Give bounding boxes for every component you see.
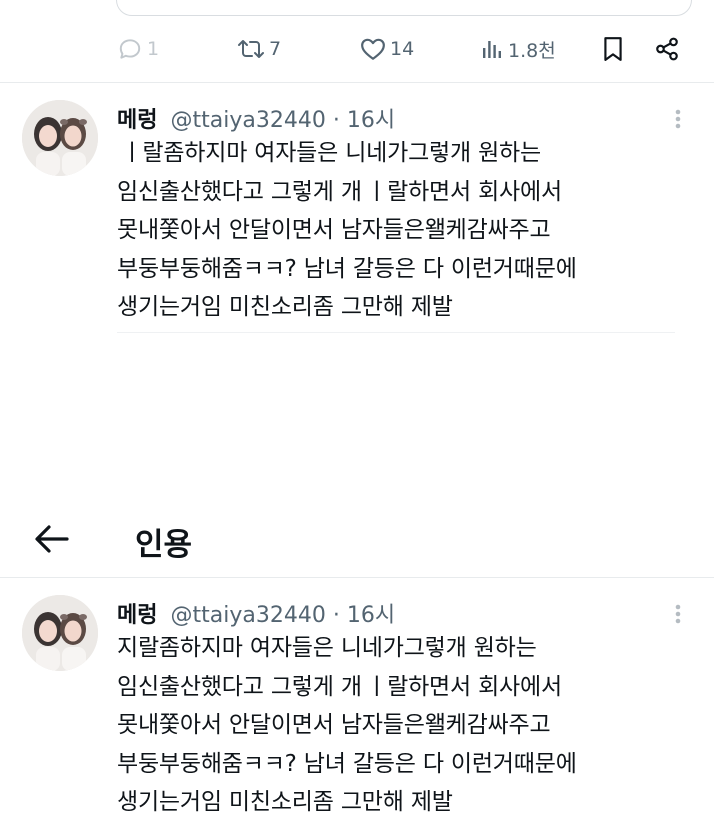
tweet-author-line: 메렁 @ttaiya32440 · 16시	[117, 597, 395, 629]
tweet-author-line: 메렁 @ttaiya32440 · 16시	[117, 102, 395, 134]
bookmark-button[interactable]	[602, 34, 624, 64]
retweet-button[interactable]: 7	[237, 34, 281, 64]
views-icon	[483, 41, 501, 58]
like-icon	[361, 38, 385, 60]
divider	[0, 577, 714, 578]
tweet-text: 지랄좀하지마 여자들은 니네가그렇개 원하는 임신출산했다고 그렇게 개 ㅣ랄하…	[117, 635, 577, 815]
retweet-icon	[238, 40, 264, 58]
share-button[interactable]	[654, 34, 680, 64]
back-arrow-icon[interactable]	[34, 523, 70, 555]
avatar-photo-icon	[22, 595, 98, 671]
avatar-photo-icon	[22, 100, 98, 176]
avatar[interactable]	[22, 100, 98, 176]
tweet-time[interactable]: 16시	[347, 108, 395, 133]
view-count: 1.8천	[508, 39, 556, 62]
tweet-action-bar: 1 7 14 1.8천	[0, 28, 714, 72]
like-count: 14	[390, 38, 415, 60]
bookmark-icon	[604, 37, 622, 61]
author-handle[interactable]: @ttaiya32440	[170, 603, 325, 628]
reply-icon	[119, 39, 141, 59]
author-name[interactable]: 메렁	[117, 603, 157, 628]
avatar[interactable]	[22, 595, 98, 671]
author-name[interactable]: 메렁	[117, 108, 157, 133]
quoted-card-remnant[interactable]	[116, 0, 692, 16]
quote-page-header: 인용	[0, 505, 714, 575]
divider	[0, 82, 714, 83]
share-icon	[656, 37, 678, 61]
like-button[interactable]: 14	[360, 34, 414, 64]
tweet-time[interactable]: 16시	[347, 603, 395, 628]
separator-dot: ·	[332, 603, 340, 628]
page-title: 인용	[135, 527, 193, 563]
retweet-count: 7	[269, 38, 282, 60]
more-options-icon[interactable]	[668, 104, 688, 134]
separator-dot: ·	[332, 108, 340, 133]
divider	[117, 332, 675, 333]
tweet-text: ㅣ랄좀하지마 여자들은 니네가그렇개 원하는 임신출산했다고 그렇게 개 ㅣ랄하…	[117, 140, 577, 320]
views-button[interactable]: 1.8천	[480, 34, 556, 64]
reply-button[interactable]: 1	[117, 34, 159, 64]
author-handle[interactable]: @ttaiya32440	[170, 108, 325, 133]
more-options-icon[interactable]	[668, 599, 688, 629]
reply-count: 1	[147, 38, 160, 60]
